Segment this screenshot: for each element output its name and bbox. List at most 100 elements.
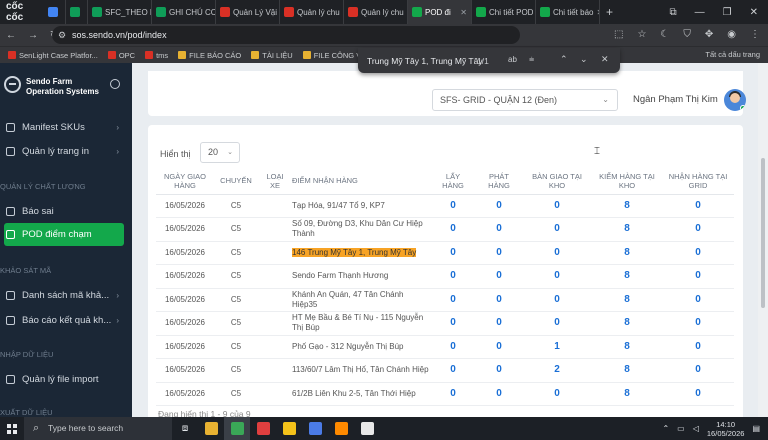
menu-icon[interactable]: ⋮ (750, 26, 760, 44)
table-row[interactable]: 16/05/2026 C5 61/2B Liên Khu 2-5, Tân Thới… (156, 382, 734, 406)
zalo-icon[interactable] (302, 417, 328, 440)
sidebar-item-print-pages[interactable]: Quản lý trang in › (0, 141, 132, 161)
back-icon[interactable]: ← (6, 30, 16, 41)
chrome-icon[interactable] (354, 417, 380, 440)
page-scrollbar[interactable] (758, 63, 768, 417)
translate-icon[interactable]: ⬚ (614, 26, 623, 44)
taskbar-search[interactable]: Type here to search (24, 417, 172, 440)
wps-office-icon[interactable] (250, 417, 276, 440)
task-view-icon[interactable]: ⧈ (172, 417, 198, 440)
column-header-line: HÀNG (442, 180, 464, 190)
match-case-toggle[interactable]: ab (508, 55, 517, 64)
profile-icon[interactable]: ◉ (727, 26, 736, 44)
cell-date: 16/05/2026 (156, 288, 214, 312)
column-header: PHÁT HÀNG (476, 168, 522, 195)
bookmark-item[interactable]: FILE BÁO CÁO (178, 51, 241, 60)
clock[interactable]: 14:10 16/05/2026 (707, 420, 745, 438)
sidebar-item-survey-report[interactable]: Báo cáo kết quả kh... › (0, 310, 132, 330)
bookmark-item[interactable]: TÀI LIỆU (251, 51, 293, 60)
table-row[interactable]: 16/05/2026 C5 Tạp Hóa, 91/47 Tổ 9, KP7 0 0 0 8… (156, 194, 734, 218)
browser-tab[interactable]: Quản Lý Vậi✕ (216, 0, 280, 24)
sidebar-item-survey-codes[interactable]: Danh sách mã khả... › (0, 285, 132, 305)
grid-select[interactable]: SFS- GRID - QUẬN 12 (Đen) ⌄ (432, 89, 618, 111)
table-row[interactable]: 16/05/2026 C5 Khánh An Quán, 47 Tân Chánh … (156, 288, 734, 312)
tab-favicon-icon (540, 7, 550, 17)
place-match: Trung Mỹ Tây 1, Trung Mỹ Tây (307, 247, 417, 257)
whole-word-icon[interactable]: ⩧ (529, 54, 534, 65)
browser-tab-strip: cốc cốc SFC_THEO D✕GHI CHÚ CC✕Quản Lý Vậ… (0, 0, 768, 24)
close-find-icon[interactable]: ✕ (601, 54, 609, 65)
sidebar-item-pod-touchpoint[interactable]: POD điểm chạm (4, 223, 124, 246)
browser-tab[interactable] (66, 0, 88, 24)
sidebar: Sendo Farm Operation Systems Manifest SK… (0, 63, 132, 417)
cell-deliver: 0 (476, 241, 522, 265)
minimize-icon[interactable]: — (695, 7, 705, 18)
bookmark-label: OPC (118, 50, 136, 60)
puzzle-icon[interactable]: ✥ (705, 26, 713, 44)
browser-tab[interactable]: Quản lý chu✕ (344, 0, 408, 24)
cell-handover: 0 (522, 288, 592, 312)
dark-mode-icon[interactable]: ☾ (660, 26, 669, 44)
notifications-icon[interactable]: ▤ (752, 424, 760, 433)
browser-tab[interactable]: POD đi ✕ (408, 0, 472, 24)
tab-favicon-icon (156, 7, 166, 17)
all-bookmarks-folder[interactable]: Tất cả dấu trang (705, 50, 760, 59)
chevron-down-icon: ⌄ (227, 149, 233, 156)
sidebar-item-manifest-skus[interactable]: Manifest SKUs › (0, 117, 132, 137)
close-tab-icon[interactable]: ✕ (460, 8, 467, 17)
bookmark-item[interactable]: SenLight Case Platfor... (8, 51, 98, 60)
url-field[interactable]: ⚙ sos.sendo.vn/pod/index (52, 26, 520, 44)
close-window-icon[interactable]: ✕ (750, 7, 758, 18)
browser-tab[interactable]: SFC_THEO D✕ (88, 0, 152, 24)
network-icon[interactable]: ▭ (677, 424, 685, 433)
sticky-notes-icon[interactable] (276, 417, 302, 440)
new-tab-button[interactable]: + (600, 5, 619, 19)
bookmark-star-icon[interactable]: ☆ (637, 26, 646, 44)
find-match-count: 1/1 (477, 56, 489, 66)
browser-tab[interactable] (44, 0, 66, 24)
start-button[interactable] (0, 417, 24, 440)
extensions-icon[interactable]: ⧉ (670, 7, 677, 18)
bookmark-item[interactable]: OPC (107, 50, 136, 60)
restore-icon[interactable]: ❐ (723, 7, 732, 18)
table-row[interactable]: 16/05/2026 C5 Sendo Farm Thạnh Hương 0 0 0 8 0 (156, 264, 734, 289)
column-header-line: LẤY (445, 171, 461, 181)
cell-trip: C5 (214, 358, 258, 383)
table-row[interactable]: 16/05/2026 C5 113/60/7 Lâm Thị Hố, Tân Chá… (156, 358, 734, 383)
cell-place: Sendo Farm Thạnh Hương (292, 264, 430, 289)
browser-tab[interactable]: GHI CHÚ CC✕ (152, 0, 216, 24)
browser-tab[interactable]: Quản lý chu✕ (280, 0, 344, 24)
page-size-value: 20 (208, 147, 219, 157)
sidebar-item-report-error[interactable]: Báo sai (0, 201, 132, 221)
next-match-icon[interactable]: ⌄ (580, 54, 588, 65)
chevron-right-icon: › (116, 315, 119, 325)
tab-label: Quản lý chu (361, 7, 404, 17)
site-info-icon[interactable]: ⚙ (58, 26, 66, 44)
table-row[interactable]: 16/05/2026 C5 Phố Gạo - 312 Nguyễn Thị Búp… (156, 335, 734, 359)
sidebar-toggle-icon[interactable] (110, 79, 120, 89)
browser-tab[interactable]: Chi tiết báo✕ (536, 0, 600, 24)
table-row[interactable]: 16/05/2026 C5 Số 09, Đường D3, Khu Dân Cư … (156, 217, 734, 242)
shield-icon[interactable]: ⛉ (683, 26, 691, 44)
forward-icon[interactable]: → (28, 30, 38, 41)
previous-match-icon[interactable]: ⌃ (560, 54, 568, 65)
cell-pick: 0 (430, 335, 476, 359)
table-row[interactable]: 16/05/2026 C5 HT Mẹ Bầu & Bé Tí Nụ - 115 N… (156, 311, 734, 336)
scrollbar-thumb[interactable] (761, 158, 765, 308)
chevron-down-icon: ⌄ (602, 95, 609, 104)
bookmark-item[interactable]: tms (145, 51, 168, 60)
browser-tab[interactable]: Chi tiết POD✕ (472, 0, 536, 24)
online-status-dot (740, 105, 746, 111)
page-size-select[interactable]: 20 ⌄ (200, 142, 240, 163)
coccoc-browser-icon[interactable] (224, 417, 250, 440)
sidebar-item-file-import[interactable]: Quản lý file import (0, 369, 132, 389)
cell-type (258, 335, 292, 359)
vlc-icon[interactable] (328, 417, 354, 440)
tray-arrow-icon[interactable]: ⌃ (662, 424, 669, 433)
find-query[interactable]: Trung Mỹ Tây 1, Trung Mỹ Tây (367, 56, 483, 66)
file-explorer-icon[interactable] (198, 417, 224, 440)
folder-icon (251, 51, 260, 59)
table-row[interactable]: 16/05/2026 C5 146 Trung Mỹ Tây 1, Trung Mỹ… (156, 241, 734, 265)
avatar[interactable] (724, 89, 746, 111)
volume-icon[interactable]: ◁ (693, 424, 699, 433)
